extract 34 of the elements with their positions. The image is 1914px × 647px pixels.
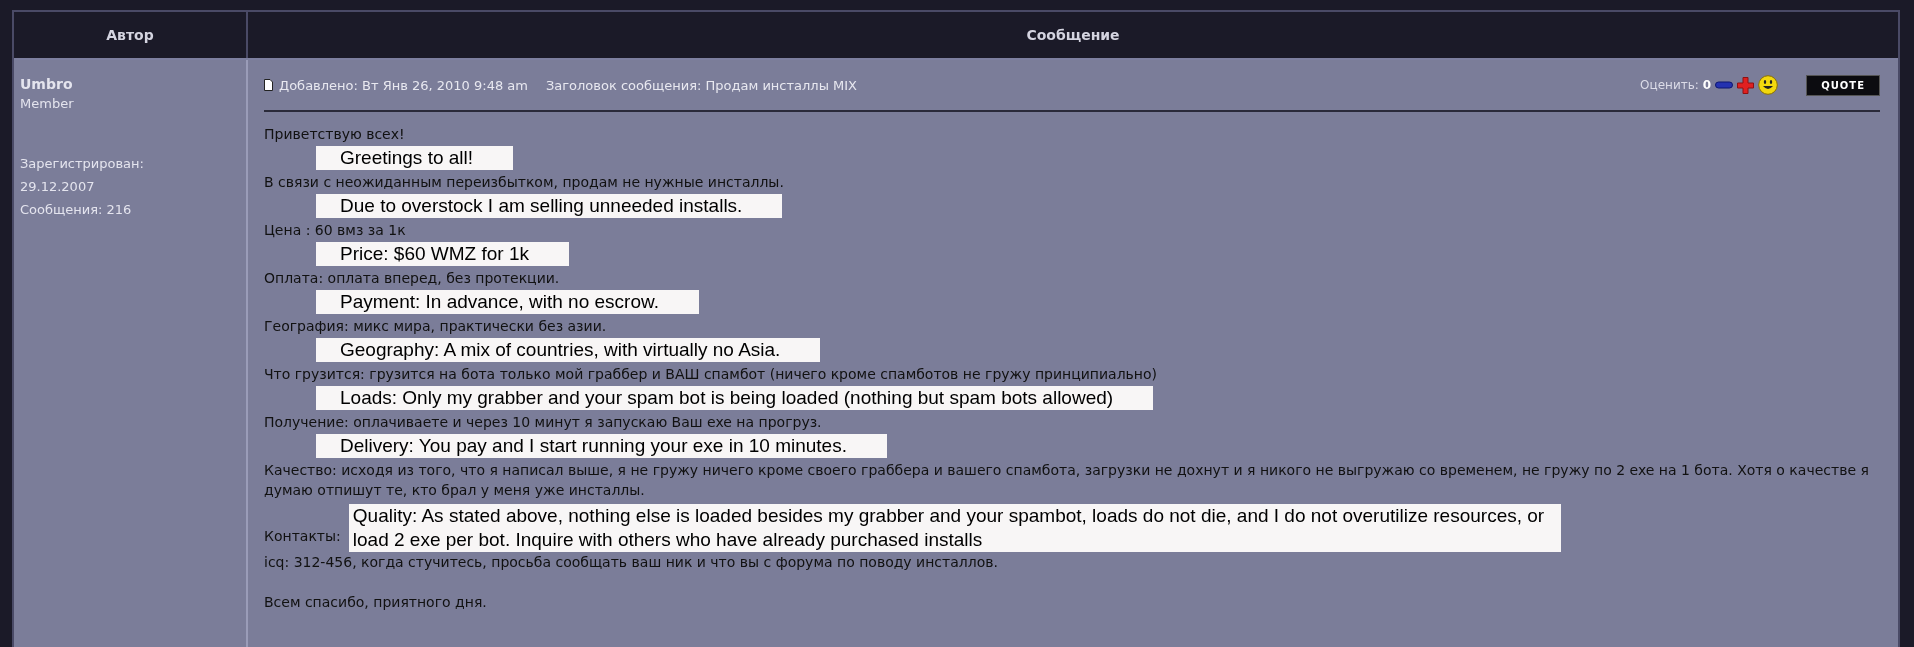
minus-icon[interactable] — [1715, 81, 1734, 89]
translation-overlay: Loads: Only my grabber and your spam bot is being loaded (nothing but spam bots allowed) — [316, 386, 1154, 410]
translation-overlay: Delivery: You pay and I start running your exe in 10 minutes. — [316, 434, 887, 458]
translation-overlay: Geography: A mix of countries, with virtually no Asia. — [316, 338, 821, 362]
post-count: Сообщения: 216 — [20, 201, 132, 219]
rating-label: Оценить: — [1640, 78, 1699, 92]
document-icon — [264, 79, 273, 91]
message-line: Оплата: оплата вперед, без протекции. — [264, 269, 560, 288]
rating-value: 0 — [1702, 78, 1712, 92]
smiley-icon[interactable] — [1758, 75, 1779, 95]
translation-overlay: Greetings to all! — [316, 146, 514, 170]
column-header: Сообщение — [1025, 26, 1121, 45]
plus-icon[interactable] — [1737, 76, 1755, 94]
message-line: Всем спасибо, приятного дня. — [264, 593, 487, 612]
message-line: Что грузится: грузится на бота только мой граббер и ВАШ спамбот (ничего кроме спамботов не гружу принципиально) — [264, 365, 1158, 384]
translation-overlay: Price: $60 WMZ for 1k — [316, 242, 569, 266]
message-line: Получение: оплачиваете и через 10 минут я запускаю Ваш exe на прогруз. — [264, 413, 822, 432]
author-rank: Member — [20, 95, 74, 113]
message-line: Приветствую всех! — [264, 125, 405, 144]
translation-overlay: Due to overstock I am selling unneeded installs. — [316, 194, 783, 218]
message-line: icq: 312-456, когда стучитесь, просьба сообщать ваш ник и что вы с форума по поводу инсталлов. — [264, 553, 998, 572]
quote-button[interactable]: QUOTE — [1806, 74, 1880, 96]
translation-overlay: Payment: In advance, with no escrow. — [316, 290, 699, 314]
post-subject: Заголовок сообщения: Продам инсталлы MIX — [545, 77, 857, 93]
message-line: Контакты: — [264, 527, 341, 546]
translation-overlay: Quality: As stated above, nothing else is loaded besides my grabber and your spambot, loads do not die, and I do not overutilize resources, or load 2 exe per bot. Inquire with others who have already purchased installs — [348, 504, 1561, 552]
message-line: Качество: исходя из того, что я написал выше, я не гружу ничего кроме своего граббера и вашего спамбота, загрузки не дохнут и я никого не выгружаю со временем, не гружу по 2 exe на 1 бота. Хотя о качестве я думаю отпишут те, кто брал у меня уже инсталлы. — [264, 461, 1870, 500]
message-line: В связи с неожиданным переизбытком, продам не нужные инсталлы. — [264, 173, 784, 192]
message-line: География: микс мира, практически без азии. — [264, 317, 607, 336]
post-date: Добавлено: Вт Янв 26, 2010 9:48 am — [279, 77, 528, 93]
registered-label: Зарегистрирован: — [20, 155, 144, 173]
column-header: Автор — [14, 12, 248, 58]
registered-date: 29.12.2007 — [20, 178, 95, 196]
message-line: Цена : 60 вмз за 1к — [264, 221, 406, 240]
